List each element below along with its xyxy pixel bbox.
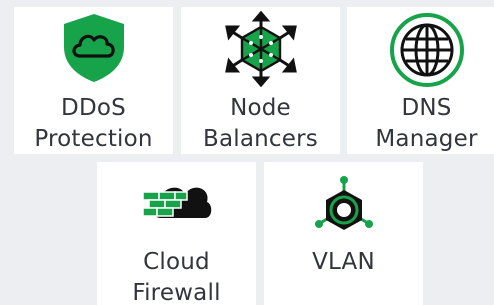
product-label: VLAN <box>264 247 423 278</box>
product-label: Node Balancers <box>181 93 340 155</box>
product-label: DNS Manager <box>347 93 494 155</box>
product-grid: DDoS Protection Node Balancers DNS Manag… <box>0 0 494 305</box>
product-label-line: Firewall <box>132 280 221 305</box>
product-label-line: Protection <box>34 126 153 152</box>
product-label: DDoS Protection <box>14 93 173 155</box>
product-label-line: Balancers <box>203 126 318 152</box>
product-label-line: DNS <box>401 95 452 121</box>
vlan-icon <box>314 176 373 230</box>
shield-cloud-icon <box>63 14 124 82</box>
product-label-line: DDoS <box>61 95 126 121</box>
product-tile-vlan[interactable]: VLAN <box>264 162 423 305</box>
product-tile-cloud-firewall[interactable]: Cloud Firewall <box>97 162 256 305</box>
product-label: Cloud Firewall <box>97 247 256 305</box>
product-tile-dns-manager[interactable]: DNS Manager <box>347 7 494 154</box>
node-balancer-icon <box>224 11 297 87</box>
product-label-line: Cloud <box>143 249 210 275</box>
product-tile-ddos-protection[interactable]: DDoS Protection <box>14 7 173 154</box>
product-label-line: Manager <box>375 126 478 152</box>
globe-icon <box>389 13 464 87</box>
cloud-firewall-icon <box>141 187 211 218</box>
product-label-line: VLAN <box>312 249 375 275</box>
product-label-line: Node <box>230 95 291 121</box>
product-tile-nodebalancers[interactable]: Node Balancers <box>181 7 340 154</box>
